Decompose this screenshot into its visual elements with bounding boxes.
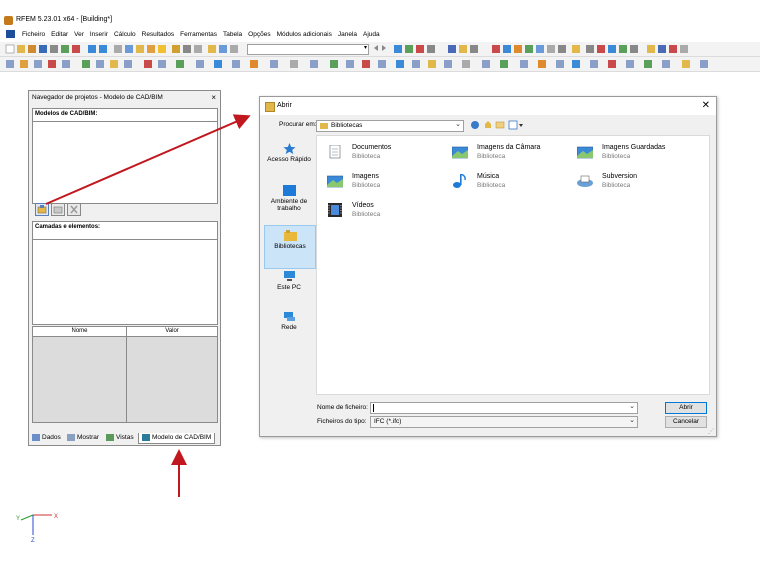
connect-icon[interactable] (290, 60, 298, 68)
toolbar-icons (5, 44, 708, 68)
navigator-toggle-icon[interactable] (172, 45, 180, 53)
grid-icon[interactable] (503, 45, 511, 53)
calculate-icon[interactable] (208, 45, 216, 53)
coordinate-axes: X Y Z (16, 514, 58, 544)
snap-icon[interactable] (492, 45, 500, 53)
hinge-icon[interactable] (96, 60, 104, 68)
mirror-icon[interactable] (232, 60, 240, 68)
comment-icon[interactable] (558, 45, 566, 53)
member-icon[interactable] (34, 60, 42, 68)
divide-icon[interactable] (270, 60, 278, 68)
clipping-icon[interactable] (482, 60, 490, 68)
section-icon[interactable] (448, 45, 456, 53)
measure-icon[interactable] (572, 45, 580, 53)
toolbar-row2-icons (6, 60, 708, 68)
save-icon[interactable] (39, 45, 47, 53)
table-toggle-icon[interactable] (183, 45, 191, 53)
workplane-icon[interactable] (514, 45, 522, 53)
animation-icon[interactable] (470, 45, 478, 53)
tools-icon[interactable] (669, 45, 677, 53)
pointer-arrow-to-dialog (45, 114, 251, 205)
undo-icon[interactable] (88, 45, 96, 53)
axis-y-label: Y (16, 516, 20, 522)
surface-icon[interactable] (48, 60, 56, 68)
diagram-icon[interactable] (416, 45, 424, 53)
rotate-icon[interactable] (214, 60, 222, 68)
result-values-icon[interactable] (230, 45, 238, 53)
solid-view-icon[interactable] (644, 60, 652, 68)
visibility-icon[interactable] (608, 45, 616, 53)
offset-icon[interactable] (444, 60, 452, 68)
redo-icon[interactable] (99, 45, 107, 53)
delete-unused-icon[interactable] (362, 60, 370, 68)
visibility-mode-icon[interactable] (500, 60, 508, 68)
cross-icon[interactable] (597, 45, 605, 53)
generate-icon[interactable] (176, 60, 184, 68)
display-properties-icon[interactable] (658, 45, 666, 53)
overlay-layer: X Y Z (5, 44, 708, 544)
select-icon[interactable] (586, 45, 594, 53)
axis-z-label: Z (31, 538, 35, 544)
wireframe-icon[interactable] (626, 60, 634, 68)
print-report-icon[interactable] (72, 45, 80, 53)
side-view-icon[interactable] (590, 60, 598, 68)
free-load-icon[interactable] (158, 60, 166, 68)
renumber-icon[interactable] (378, 60, 386, 68)
solid-icon[interactable] (62, 60, 70, 68)
open-template-icon[interactable] (28, 45, 36, 53)
filter-icon[interactable] (619, 45, 627, 53)
smooth-icon[interactable] (459, 45, 467, 53)
perspective-icon[interactable] (608, 60, 616, 68)
line-icon[interactable] (20, 60, 28, 68)
guide-line-icon[interactable] (536, 45, 544, 53)
render-icon[interactable] (630, 45, 638, 53)
axis-y-line (20, 514, 34, 521)
copy-icon[interactable] (196, 60, 204, 68)
trim-icon[interactable] (412, 60, 420, 68)
show-results-icon[interactable] (219, 45, 227, 53)
results-icon[interactable] (158, 45, 166, 53)
extend-icon[interactable] (428, 60, 436, 68)
load-data-icon[interactable] (147, 45, 155, 53)
next-icon[interactable] (382, 45, 386, 51)
axis-x-label: X (54, 514, 58, 520)
section-view-icon[interactable] (462, 60, 470, 68)
scale-icon[interactable] (250, 60, 258, 68)
cut-icon[interactable] (396, 60, 404, 68)
settings-icon[interactable] (647, 45, 655, 53)
edit-icon[interactable] (114, 45, 122, 53)
zoom-icon[interactable] (125, 45, 133, 53)
coordinate-system-icon[interactable] (525, 45, 533, 53)
top-view-icon[interactable] (572, 60, 580, 68)
dimension-icon[interactable] (547, 45, 555, 53)
print-icon[interactable] (50, 45, 58, 53)
color-scheme-icon[interactable] (662, 60, 670, 68)
selection-filter-icon[interactable] (682, 60, 690, 68)
help-icon[interactable] (680, 45, 688, 53)
iso-view-icon[interactable] (538, 60, 546, 68)
axis-view-icon[interactable] (520, 60, 528, 68)
open-file-icon[interactable] (17, 45, 25, 53)
new-file-icon[interactable] (5, 44, 15, 54)
values-icon[interactable] (427, 45, 435, 53)
view-icon[interactable] (394, 45, 402, 53)
print-preview-icon[interactable] (61, 45, 69, 53)
join-icon[interactable] (310, 60, 318, 68)
panel-toggle-icon[interactable] (194, 45, 202, 53)
support-icon[interactable] (82, 60, 90, 68)
extrude-icon[interactable] (330, 60, 338, 68)
member-load-icon[interactable] (124, 60, 132, 68)
load-icon[interactable] (110, 60, 118, 68)
previous-icon[interactable] (374, 45, 378, 51)
front-view-icon[interactable] (556, 60, 564, 68)
surface-load-icon[interactable] (144, 60, 152, 68)
zoom-all-icon[interactable] (700, 60, 708, 68)
node-icon[interactable] (6, 60, 14, 68)
deformation-icon[interactable] (405, 45, 413, 53)
check-icon[interactable] (346, 60, 354, 68)
model-data-icon[interactable] (136, 45, 144, 53)
